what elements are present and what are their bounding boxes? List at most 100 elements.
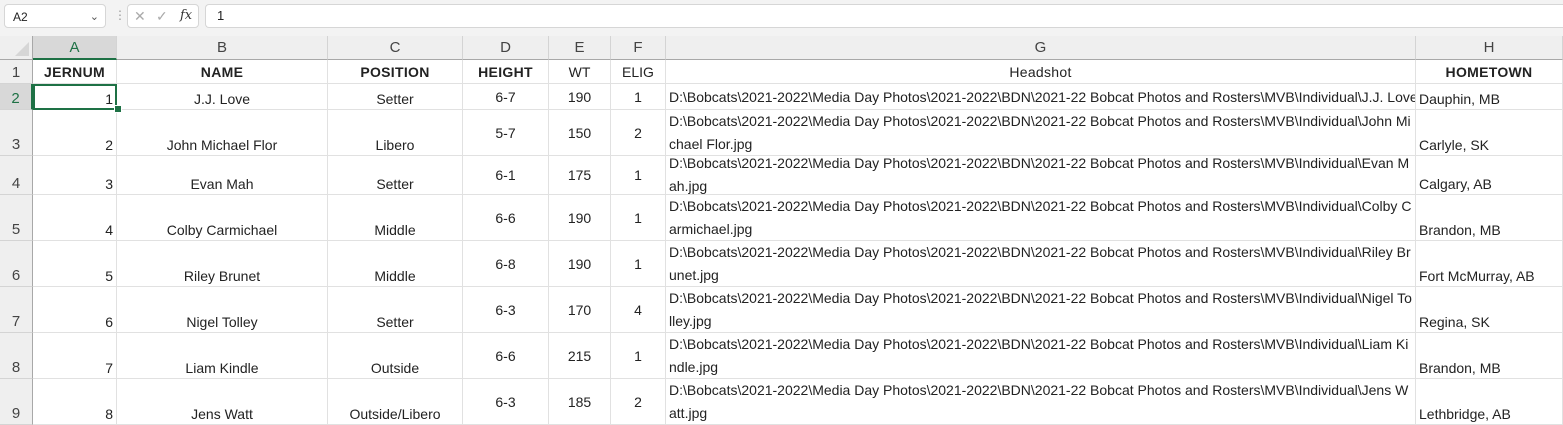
column-title-cell[interactable]: HEIGHT <box>463 60 549 84</box>
table-cell[interactable]: 2 <box>611 379 666 425</box>
table-cell[interactable]: J.J. Love <box>117 84 328 110</box>
table-cell[interactable]: John Michael Flor <box>117 110 328 156</box>
table-cell[interactable]: 150 <box>549 110 611 156</box>
chevron-down-icon[interactable]: ⌄ <box>90 5 99 29</box>
table-cell[interactable]: 1 <box>33 84 117 110</box>
table-cell[interactable]: Fort McMurray, AB <box>1416 241 1563 287</box>
column-header-a[interactable]: A <box>33 36 117 60</box>
table-cell[interactable]: 190 <box>549 241 611 287</box>
table-cell[interactable]: D:\Bobcats\2021-2022\Media Day Photos\20… <box>666 84 1416 110</box>
table-cell[interactable]: Middle <box>328 241 463 287</box>
table-cell[interactable]: 2 <box>33 110 117 156</box>
column-header-h[interactable]: H <box>1416 36 1563 60</box>
table-cell[interactable]: D:\Bobcats\2021-2022\Media Day Photos\20… <box>666 110 1416 156</box>
table-cell[interactable]: 7 <box>33 333 117 379</box>
table-cell[interactable]: 1 <box>611 241 666 287</box>
table-cell[interactable]: 6-8 <box>463 241 549 287</box>
table-cell[interactable]: Regina, SK <box>1416 287 1563 333</box>
formula-input[interactable]: 1 <box>205 4 1563 28</box>
table-cell[interactable]: 6 <box>33 287 117 333</box>
row-header-6[interactable]: 6 <box>0 241 33 287</box>
table-cell[interactable]: Liam Kindle <box>117 333 328 379</box>
name-box[interactable]: A2 ⌄ <box>4 4 106 28</box>
table-cell[interactable]: 6-3 <box>463 379 549 425</box>
table-cell[interactable]: 5-7 <box>463 110 549 156</box>
column-title-cell[interactable]: NAME <box>117 60 328 84</box>
table-cell[interactable]: Lethbridge, AB <box>1416 379 1563 425</box>
fill-handle[interactable] <box>114 105 122 113</box>
table-cell[interactable]: Nigel Tolley <box>117 287 328 333</box>
table-cell[interactable]: Middle <box>328 195 463 241</box>
row-header-4[interactable]: 4 <box>0 156 33 195</box>
table-cell[interactable]: 1 <box>611 333 666 379</box>
row-header-8[interactable]: 8 <box>0 333 33 379</box>
fx-icon[interactable]: fx <box>180 5 192 27</box>
table-cell[interactable]: Outside <box>328 333 463 379</box>
table-cell[interactable]: Setter <box>328 84 463 110</box>
table-cell[interactable]: 2 <box>611 110 666 156</box>
table-cell[interactable]: D:\Bobcats\2021-2022\Media Day Photos\20… <box>666 379 1416 425</box>
column-header-c[interactable]: C <box>328 36 463 60</box>
table-cell[interactable]: D:\Bobcats\2021-2022\Media Day Photos\20… <box>666 195 1416 241</box>
cell-text: ELIG <box>622 63 654 80</box>
table-cell[interactable]: Libero <box>328 110 463 156</box>
table-cell[interactable]: 190 <box>549 195 611 241</box>
table-cell[interactable]: 175 <box>549 156 611 195</box>
column-header-e[interactable]: E <box>549 36 611 60</box>
table-cell[interactable]: Evan Mah <box>117 156 328 195</box>
table-cell[interactable]: 185 <box>549 379 611 425</box>
table-cell[interactable]: 6-3 <box>463 287 549 333</box>
table-cell[interactable]: 6-6 <box>463 195 549 241</box>
row-header-3[interactable]: 3 <box>0 110 33 156</box>
table-cell[interactable]: 1 <box>611 195 666 241</box>
column-header-d[interactable]: D <box>463 36 549 60</box>
row-header-2[interactable]: 2 <box>0 84 33 110</box>
table-cell[interactable]: 6-7 <box>463 84 549 110</box>
table-cell[interactable]: Jens Watt <box>117 379 328 425</box>
table-cell[interactable]: Brandon, MB <box>1416 333 1563 379</box>
table-cell[interactable]: 5 <box>33 241 117 287</box>
table-cell[interactable]: 4 <box>33 195 117 241</box>
table-cell[interactable]: Setter <box>328 156 463 195</box>
column-title-cell[interactable]: HOMETOWN <box>1416 60 1563 84</box>
column-title-cell[interactable]: ELIG <box>611 60 666 84</box>
check-icon[interactable]: ✓ <box>156 5 168 27</box>
select-all-corner[interactable] <box>0 36 33 60</box>
row-header-7[interactable]: 7 <box>0 287 33 333</box>
column-header-b[interactable]: B <box>117 36 328 60</box>
table-cell[interactable]: Brandon, MB <box>1416 195 1563 241</box>
row-header-9[interactable]: 9 <box>0 379 33 425</box>
column-header-f[interactable]: F <box>611 36 666 60</box>
column-title-cell[interactable]: Headshot <box>666 60 1416 84</box>
table-cell[interactable]: 190 <box>549 84 611 110</box>
table-cell[interactable]: 6-6 <box>463 333 549 379</box>
column-header-g[interactable]: G <box>666 36 1416 60</box>
row-header-1[interactable]: 1 <box>0 60 33 84</box>
column-title-cell[interactable]: POSITION <box>328 60 463 84</box>
table-cell[interactable]: Colby Carmichael <box>117 195 328 241</box>
row-header-5[interactable]: 5 <box>0 195 33 241</box>
table-cell[interactable]: Calgary, AB <box>1416 156 1563 195</box>
more-options-icon[interactable]: ⋮ <box>114 8 126 22</box>
table-cell[interactable]: 1 <box>611 156 666 195</box>
table-cell[interactable]: D:\Bobcats\2021-2022\Media Day Photos\20… <box>666 241 1416 287</box>
column-title-cell[interactable]: WT <box>549 60 611 84</box>
table-cell[interactable]: D:\Bobcats\2021-2022\Media Day Photos\20… <box>666 287 1416 333</box>
table-cell[interactable]: Dauphin, MB <box>1416 84 1563 110</box>
x-icon[interactable]: ✕ <box>134 5 146 27</box>
cell-text: 170 <box>567 301 592 318</box>
table-cell[interactable]: D:\Bobcats\2021-2022\Media Day Photos\20… <box>666 333 1416 379</box>
table-cell[interactable]: 6-1 <box>463 156 549 195</box>
table-cell[interactable]: Carlyle, SK <box>1416 110 1563 156</box>
table-cell[interactable]: 170 <box>549 287 611 333</box>
table-cell[interactable]: Outside/Libero <box>328 379 463 425</box>
table-cell[interactable]: 4 <box>611 287 666 333</box>
table-cell[interactable]: 8 <box>33 379 117 425</box>
column-title-cell[interactable]: JERNUM <box>33 60 117 84</box>
table-cell[interactable]: D:\Bobcats\2021-2022\Media Day Photos\20… <box>666 156 1416 195</box>
table-cell[interactable]: Riley Brunet <box>117 241 328 287</box>
table-cell[interactable]: 3 <box>33 156 117 195</box>
table-cell[interactable]: 215 <box>549 333 611 379</box>
table-cell[interactable]: Setter <box>328 287 463 333</box>
table-cell[interactable]: 1 <box>611 84 666 110</box>
